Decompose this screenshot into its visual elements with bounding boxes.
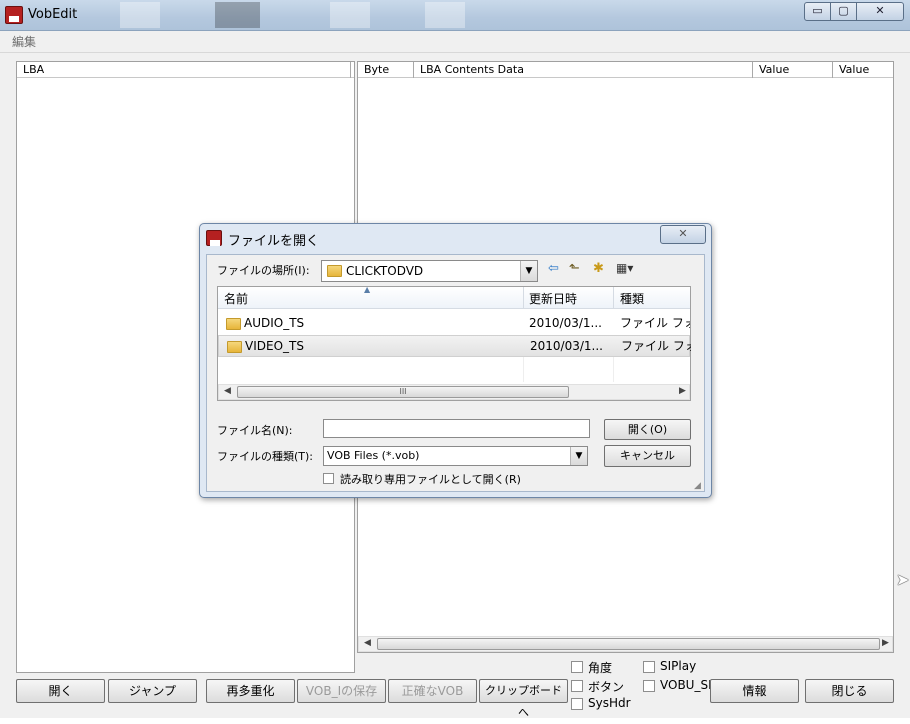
- chevron-down-icon[interactable]: ▼: [520, 261, 537, 281]
- up-folder-icon[interactable]: ⬑: [569, 261, 580, 276]
- menu-edit[interactable]: 編集: [12, 33, 36, 50]
- syshdr-label: SysHdr: [588, 696, 631, 710]
- scroll-left-arrow-icon[interactable]: ◀: [224, 386, 231, 396]
- filename-label: ファイル名(N):: [217, 424, 293, 437]
- scroll-thumb[interactable]: [377, 638, 880, 650]
- filetype-label: ファイルの種類(T):: [217, 450, 314, 463]
- button-label: ボタン: [588, 680, 625, 694]
- glass-reflection: [120, 2, 160, 28]
- exact-vob-button[interactable]: 正確なVOB: [388, 679, 477, 703]
- minimize-button[interactable]: ▭: [804, 2, 831, 21]
- vobu-sr-label: VOBU_SR: [660, 678, 710, 692]
- siplay-checkbox[interactable]: [643, 661, 655, 673]
- dialog-app-icon: [206, 230, 222, 246]
- open-file-dialog[interactable]: ファイルを開く ✕ ファイルの場所(I): CLICKTODVD ▼ ⇦ ⬑ ✱…: [199, 223, 712, 498]
- close-app-button[interactable]: 閉じる: [805, 679, 894, 703]
- dialog-cancel-button[interactable]: キャンセル: [604, 445, 691, 467]
- column-lba-contents-data[interactable]: LBA Contents Data: [414, 62, 753, 78]
- file-date: 2010/03/1...: [529, 316, 602, 330]
- lba-list-header: LBA: [17, 62, 354, 78]
- glass-reflection: [330, 2, 370, 28]
- column-byte[interactable]: Byte: [358, 62, 414, 78]
- close-button[interactable]: ✕: [856, 2, 904, 21]
- file-row-video-ts[interactable]: VIDEO_TS 2010/03/1... ファイル フォ: [218, 335, 691, 357]
- file-list[interactable]: 名前 ▲ 更新日時 種類 AUDIO_TS 2010/03/1... ファイル …: [217, 285, 691, 401]
- new-folder-icon[interactable]: ✱: [593, 261, 604, 276]
- info-button[interactable]: 情報: [710, 679, 799, 703]
- file-row-audio-ts[interactable]: AUDIO_TS 2010/03/1... ファイル フォ: [218, 313, 690, 335]
- file-type: ファイル フォ: [620, 316, 690, 330]
- scroll-thumb[interactable]: III: [237, 386, 569, 398]
- jump-button[interactable]: ジャンプ: [108, 679, 197, 703]
- menu-bar: 編集: [0, 31, 910, 53]
- angle-checkbox[interactable]: [571, 661, 583, 673]
- resize-grip-icon[interactable]: ◢: [694, 481, 701, 491]
- contents-horizontal-scrollbar[interactable]: ◀ ▶: [358, 636, 893, 652]
- mouse-cursor-icon: ➤: [896, 570, 910, 589]
- scroll-right-arrow-icon[interactable]: ▶: [882, 638, 889, 648]
- button-checkbox[interactable]: [571, 680, 583, 692]
- title-bar[interactable]: VobEdit ▭ ▢ ✕: [0, 0, 910, 31]
- window-title: VobEdit: [28, 7, 78, 22]
- folder-icon: [227, 341, 242, 353]
- dialog-close-button[interactable]: ✕: [660, 225, 706, 244]
- vobu-sr-checkbox[interactable]: [643, 680, 655, 692]
- column-date[interactable]: 更新日時: [529, 290, 577, 307]
- dialog-open-button[interactable]: 開く(O): [604, 419, 691, 440]
- location-value: CLICKTODVD: [346, 264, 424, 278]
- open-button[interactable]: 開く: [16, 679, 105, 703]
- copy-to-clipboard-button[interactable]: クリップボードへ: [479, 679, 568, 719]
- maximize-button[interactable]: ▢: [830, 2, 857, 21]
- filename-input[interactable]: [323, 419, 590, 438]
- readonly-label: 読み取り専用ファイルとして開く(R): [340, 473, 521, 486]
- column-value-2[interactable]: Value: [833, 62, 895, 78]
- file-date: 2010/03/1...: [530, 339, 603, 353]
- dialog-title: ファイルを開く: [228, 234, 320, 249]
- column-name[interactable]: 名前: [224, 290, 248, 307]
- readonly-checkbox[interactable]: [323, 473, 334, 484]
- filetype-combo[interactable]: VOB Files (*.vob) ▼: [323, 446, 588, 466]
- app-icon: [5, 6, 23, 24]
- angle-label: 角度: [588, 661, 613, 675]
- save-vob-i-button[interactable]: VOB_Iの保存: [297, 679, 386, 703]
- sort-arrow-icon: ▲: [364, 285, 371, 294]
- folder-icon: [327, 265, 342, 277]
- file-list-horizontal-scrollbar[interactable]: ◀ III ▶: [218, 384, 690, 400]
- syshdr-checkbox[interactable]: [571, 698, 583, 710]
- scroll-right-arrow-icon[interactable]: ▶: [679, 386, 686, 396]
- glass-reflection: [425, 2, 465, 28]
- remux-button[interactable]: 再多重化: [206, 679, 295, 703]
- column-type[interactable]: 種類: [620, 290, 644, 307]
- location-label: ファイルの場所(I):: [217, 264, 310, 277]
- column-lba[interactable]: LBA: [17, 62, 351, 78]
- file-type: ファイル フォ: [621, 339, 691, 353]
- file-name: VIDEO_TS: [245, 339, 304, 353]
- column-value-1[interactable]: Value: [753, 62, 833, 78]
- back-icon[interactable]: ⇦: [548, 261, 559, 276]
- file-name: AUDIO_TS: [244, 316, 305, 330]
- glass-reflection: [215, 2, 260, 28]
- contents-header: Byte LBA Contents Data Value Value: [358, 62, 893, 78]
- dialog-body: ファイルの場所(I): CLICKTODVD ▼ ⇦ ⬑ ✱ ▦▾ 名前 ▲ 更…: [206, 254, 705, 492]
- view-menu-icon[interactable]: ▦▾: [616, 261, 633, 275]
- folder-icon: [226, 318, 241, 330]
- siplay-label: SIPlay: [660, 659, 697, 673]
- file-list-header: 名前 ▲ 更新日時 種類: [218, 285, 690, 309]
- filetype-value: VOB Files (*.vob): [327, 449, 420, 462]
- location-combo[interactable]: CLICKTODVD ▼: [321, 260, 538, 282]
- scroll-left-arrow-icon[interactable]: ◀: [364, 638, 371, 648]
- chevron-down-icon[interactable]: ▼: [570, 447, 587, 465]
